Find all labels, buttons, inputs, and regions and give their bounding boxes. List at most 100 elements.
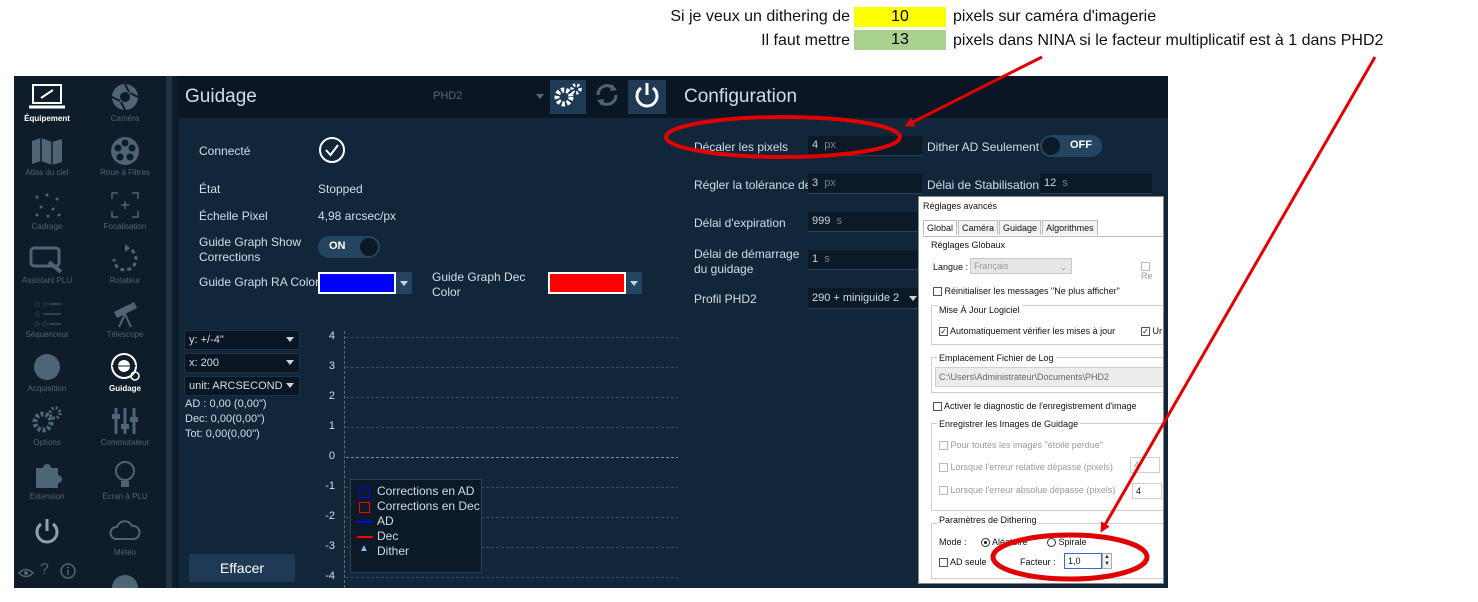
save-relative-error-option[interactable]: Lorsque l'erreur relative dépasse (pixel… bbox=[939, 462, 1113, 473]
pixel-scale-label: Échelle Pixel bbox=[199, 209, 268, 223]
annotation-line2-suffix: pixels dans NINA si le facteur multiplic… bbox=[953, 32, 1384, 49]
sidebar-item-power[interactable] bbox=[18, 516, 76, 546]
y-tick-label: 2 bbox=[328, 390, 335, 402]
relative-error-input[interactable]: 4 bbox=[1130, 457, 1160, 473]
sidebar-item-extension[interactable]: Extension bbox=[18, 460, 76, 501]
relative-error-value: 4 bbox=[1134, 460, 1140, 470]
save-lost-star-option[interactable]: Pour toutes les images "étoile perdue" bbox=[939, 440, 1103, 451]
y-range-select[interactable]: y: +/-4" bbox=[184, 330, 300, 350]
ra-color-picker[interactable] bbox=[318, 272, 396, 294]
y-tick-label: 1 bbox=[328, 420, 335, 432]
guider-select[interactable]: PHD2 bbox=[429, 82, 549, 112]
sidebar-item-camera[interactable]: Caméra bbox=[96, 82, 154, 123]
timeout-input[interactable]: 999 s bbox=[808, 212, 922, 232]
dither-ra-only-toggle[interactable]: OFF bbox=[1040, 135, 1102, 157]
shift-pixels-input[interactable]: 4 px bbox=[808, 136, 922, 156]
refresh-button[interactable] bbox=[590, 80, 624, 114]
annotation-line2-prefix: Il faut mettre bbox=[761, 32, 850, 49]
sidebar-item-acquisition[interactable]: Acquisition bbox=[18, 352, 76, 393]
dec-color-dropdown[interactable] bbox=[626, 272, 642, 294]
start-delay-input[interactable]: 1 s bbox=[808, 250, 922, 270]
help-icon[interactable]: ? bbox=[40, 561, 49, 579]
y-tick-label: -4 bbox=[325, 570, 335, 582]
legend-corrections-dec: Corrections en Dec bbox=[377, 499, 480, 513]
sidebar-label: Assistant PLU bbox=[21, 276, 73, 285]
gauge-icon bbox=[110, 570, 140, 588]
right-cut-option[interactable]: Re bbox=[1141, 261, 1163, 281]
grid-line bbox=[346, 457, 679, 458]
focus-icon bbox=[96, 190, 154, 220]
language-value: Français bbox=[974, 261, 1009, 271]
total-rms: Tot: 0,00(0,00") bbox=[185, 428, 260, 440]
sidebar-item-guidage[interactable]: Guidage bbox=[96, 352, 154, 393]
ra-color-dropdown[interactable] bbox=[396, 272, 412, 294]
clear-button[interactable]: Effacer bbox=[189, 554, 295, 582]
factor-input[interactable]: 1,0 bbox=[1064, 553, 1102, 569]
sidebar-item-ecran-plu[interactable]: Écran à PLU bbox=[96, 460, 154, 501]
grid-line bbox=[346, 397, 679, 398]
sidebar-label: Écran à PLU bbox=[102, 492, 148, 501]
show-corrections-toggle[interactable]: ON bbox=[318, 236, 380, 258]
auto-update-option[interactable]: ✓ Automatiquement vérifier les mises à j… bbox=[939, 326, 1115, 337]
mode-spiral-radio[interactable]: Spirale bbox=[1047, 537, 1087, 548]
grid-line bbox=[346, 427, 679, 428]
update-cut-label: Ur bbox=[1152, 326, 1163, 336]
sidebar-label: Extension bbox=[29, 492, 65, 501]
advanced-settings-dialog: Réglages avancés Global Caméra Guidage A… bbox=[918, 196, 1164, 584]
reset-messages-option[interactable]: Réinitialiser les messages "Ne plus affi… bbox=[933, 286, 1120, 297]
toggle-state: OFF bbox=[1070, 139, 1092, 151]
start-delay-unit: s bbox=[824, 253, 830, 265]
sidebar-item-options[interactable]: Options bbox=[18, 406, 76, 447]
shift-pixels-label: Décaler les pixels bbox=[694, 140, 789, 154]
profile-select[interactable]: 290 + miniguide 2 bbox=[808, 288, 922, 309]
update-cut-option[interactable]: ✓ Ur bbox=[1141, 326, 1163, 337]
sidebar-item-sequenceur[interactable]: ☆☆ ☆ ☆☆ Séquenceur bbox=[18, 298, 76, 339]
ra-only-option[interactable]: AD seule bbox=[939, 557, 987, 568]
sidebar-item-commutateur[interactable]: Commutateur bbox=[96, 406, 154, 447]
guider-settings-button[interactable] bbox=[550, 80, 586, 114]
svg-text:☆: ☆ bbox=[33, 310, 41, 320]
save-relative-error-label: Lorsque l'erreur relative dépasse (pixel… bbox=[950, 462, 1113, 472]
tab-global[interactable]: Global bbox=[923, 220, 958, 235]
connect-button[interactable] bbox=[628, 80, 666, 114]
unit-select[interactable]: unit: ARCSECOND bbox=[184, 376, 300, 396]
image-diagnostic-option[interactable]: Activer le diagnostic de l'enregistremen… bbox=[933, 401, 1137, 412]
ra-only-label: AD seule bbox=[950, 557, 987, 567]
tab-guidage[interactable]: Guidage bbox=[999, 220, 1042, 235]
language-select[interactable]: Français ⌄ bbox=[970, 258, 1072, 274]
timeout-value: 999 bbox=[812, 215, 831, 227]
save-absolute-error-option[interactable]: Lorsque l'erreur absolue dépasse (pixels… bbox=[939, 485, 1115, 496]
info-icon[interactable] bbox=[60, 563, 76, 584]
mode-random-radio[interactable]: Aléatoire bbox=[981, 537, 1028, 548]
sidebar-item-atlas[interactable]: Atlas du ciel bbox=[18, 136, 76, 177]
sidebar-item-focalisation[interactable]: Focalisation bbox=[96, 190, 154, 231]
global-settings-group: Réglages Globaux bbox=[931, 240, 1006, 250]
tab-camera[interactable]: Caméra bbox=[958, 220, 999, 235]
sidebar-scrollbar[interactable] bbox=[166, 76, 172, 588]
sidebar-item-cadrage[interactable]: Cadrage bbox=[18, 190, 76, 231]
sidebar-item-filter-wheel[interactable]: Roue à Filtres bbox=[96, 136, 154, 177]
refresh-icon bbox=[593, 81, 621, 114]
power-icon bbox=[18, 516, 76, 546]
sidebar-item-equipement[interactable]: Équipement bbox=[18, 82, 76, 123]
tolerance-input[interactable]: 3 px bbox=[808, 174, 922, 194]
settle-input[interactable]: 12 s bbox=[1040, 174, 1152, 194]
eye-icon[interactable] bbox=[17, 566, 35, 584]
sidebar-item-assistant-plu[interactable]: Assistant PLU bbox=[18, 244, 76, 285]
factor-value: 1,0 bbox=[1068, 556, 1081, 566]
start-delay-label-2: du guidage bbox=[694, 262, 754, 276]
factor-spinner[interactable]: ▲ ▼ bbox=[1102, 553, 1112, 569]
x-range-select[interactable]: x: 200 bbox=[184, 353, 300, 373]
tab-algorithmes[interactable]: Algorithmes bbox=[1042, 220, 1098, 235]
sidebar-item-telescope[interactable]: Télescope bbox=[96, 298, 154, 339]
settle-value: 12 bbox=[1044, 177, 1057, 189]
mode-spiral-label: Spirale bbox=[1058, 537, 1087, 547]
log-path-input[interactable]: C:\Users\Administrateur\Documents\PHD2 bbox=[935, 367, 1163, 387]
dec-color-picker[interactable] bbox=[548, 272, 626, 294]
sidebar-item-meteo[interactable]: Météo bbox=[96, 516, 154, 557]
camera-aperture-icon bbox=[96, 82, 154, 112]
star-field-icon bbox=[18, 190, 76, 220]
sidebar-item-rotateur[interactable]: Rotateur bbox=[96, 244, 154, 285]
absolute-error-input[interactable]: 4 bbox=[1132, 483, 1162, 499]
x-range-value: x: 200 bbox=[189, 357, 219, 369]
